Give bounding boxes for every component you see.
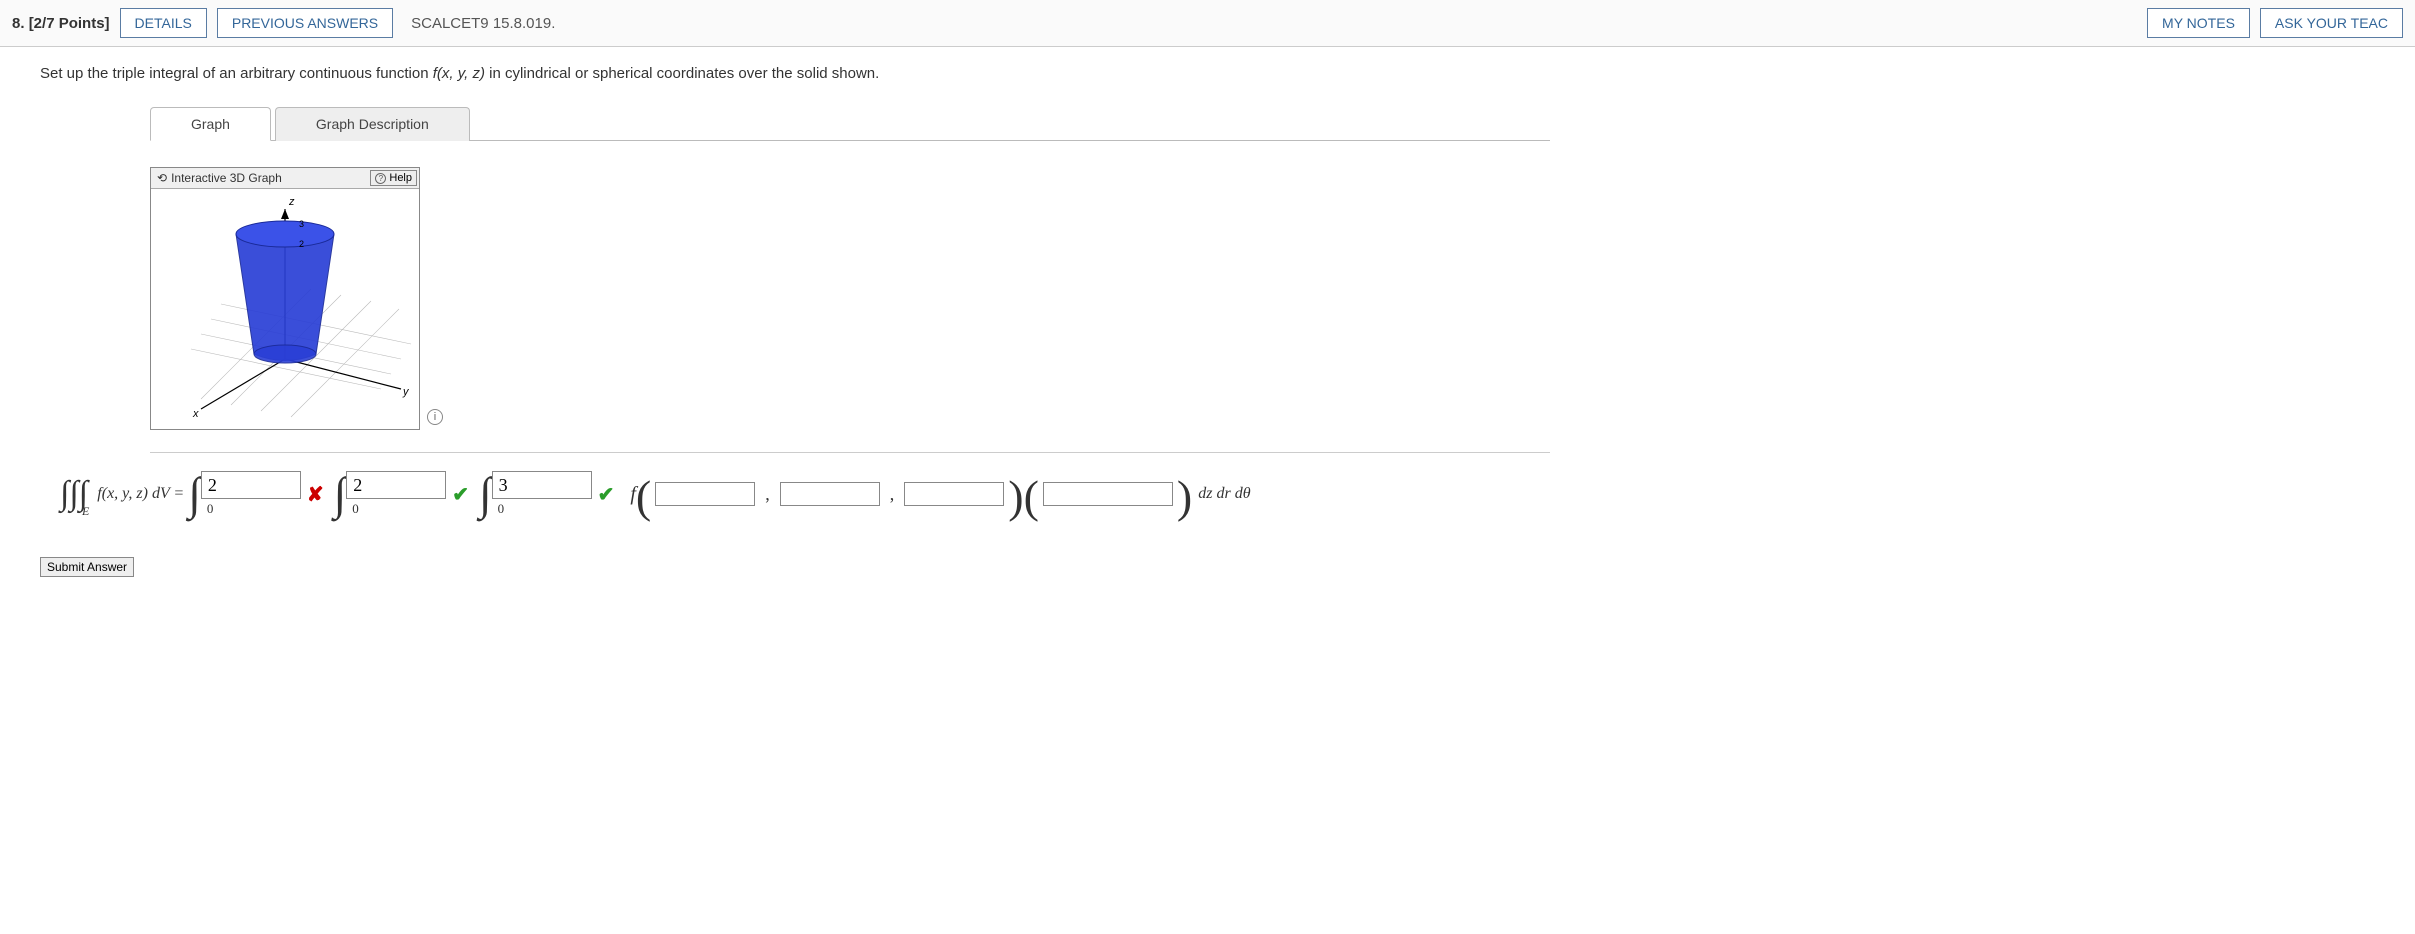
svg-text:3: 3 xyxy=(299,219,304,229)
triple-integral-symbol: ∫∫∫E xyxy=(60,477,95,511)
integral-3-lower: 0 xyxy=(492,501,505,517)
axis-x-label: x xyxy=(192,408,199,420)
ask-teacher-button[interactable]: ASK YOUR TEAC xyxy=(2260,8,2403,38)
check-icon-1: ✔ xyxy=(452,482,469,507)
integral-2-lower: 0 xyxy=(346,501,359,517)
tab-graph[interactable]: Graph xyxy=(150,107,271,141)
question-number: 8. [2/7 Points] xyxy=(12,15,110,32)
tab-graph-description[interactable]: Graph Description xyxy=(275,107,470,141)
integrand-label: f(x, y, z) dV = xyxy=(97,485,184,503)
graph-title: Interactive 3D Graph xyxy=(171,171,282,185)
wrong-icon: ✘ xyxy=(307,482,324,507)
integral-2-symbol: ∫ xyxy=(334,478,347,510)
integral-2-upper-input[interactable] xyxy=(346,471,446,499)
differential-label: dz dr dθ xyxy=(1198,485,1250,503)
axis-y-label: y xyxy=(402,386,410,398)
question-icon: ? xyxy=(375,173,386,184)
f-arg-3-input[interactable] xyxy=(904,482,1004,506)
integral-1-upper-input[interactable] xyxy=(201,471,301,499)
my-notes-button[interactable]: MY NOTES xyxy=(2147,8,2250,38)
previous-answers-button[interactable]: PREVIOUS ANSWERS xyxy=(217,8,393,38)
details-button[interactable]: DETAILS xyxy=(120,8,207,38)
graph-panel: ⟲ Interactive 3D Graph ? Help xyxy=(150,167,420,430)
comma-1: , xyxy=(765,484,770,505)
question-prompt: Set up the triple integral of an arbitra… xyxy=(40,65,2385,82)
graph-help-button[interactable]: ? Help xyxy=(370,170,417,186)
graph-canvas[interactable]: 2 3 z y x i xyxy=(151,189,419,429)
f-arg-1-input[interactable] xyxy=(655,482,755,506)
equation-row: ∫∫∫E f(x, y, z) dV = ∫ 0 ✘ ∫ 0 ✔ ∫ 0 xyxy=(60,471,2385,517)
svg-text:2: 2 xyxy=(299,239,304,249)
paren-close-2: ) xyxy=(1177,485,1192,508)
rotate-3d-icon[interactable]: ⟲ xyxy=(157,171,167,185)
paren-open-1: ( xyxy=(636,485,651,508)
paren-open-2: ( xyxy=(1024,485,1039,508)
jacobian-input[interactable] xyxy=(1043,482,1173,506)
integral-3-upper-input[interactable] xyxy=(492,471,592,499)
f-arg-2-input[interactable] xyxy=(780,482,880,506)
tab-bar: Graph Graph Description xyxy=(150,106,1550,141)
integral-1-lower: 0 xyxy=(201,501,214,517)
info-icon[interactable]: i xyxy=(427,409,443,425)
divider xyxy=(150,452,1550,453)
integral-1-symbol: ∫ xyxy=(188,478,201,510)
submit-answer-button[interactable]: Submit Answer xyxy=(40,557,134,577)
paren-close-1: ) xyxy=(1008,485,1023,508)
question-header: 8. [2/7 Points] DETAILS PREVIOUS ANSWERS… xyxy=(0,0,2415,47)
comma-2: , xyxy=(890,484,895,505)
source-label: SCALCET9 15.8.019. xyxy=(411,15,555,32)
integral-3-symbol: ∫ xyxy=(479,478,492,510)
check-icon-2: ✔ xyxy=(598,482,615,507)
axis-z-label: z xyxy=(288,196,295,208)
